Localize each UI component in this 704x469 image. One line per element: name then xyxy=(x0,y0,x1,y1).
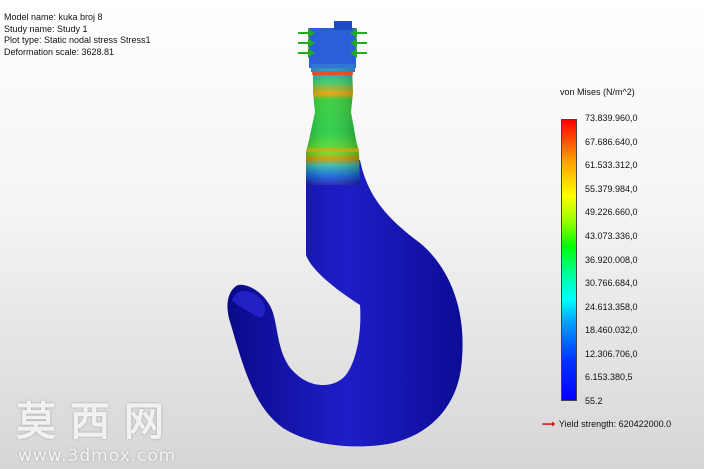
legend-label: 12.306.706,0 xyxy=(585,348,638,359)
yield-strength-row: ⟶ Yield strength: 620422000.0 xyxy=(542,419,671,430)
hook-cap-top-block xyxy=(334,21,352,30)
watermark: 莫西网 www.3dmox.com xyxy=(16,398,178,466)
legend-label: 49.226.660,0 xyxy=(585,207,638,218)
legend-label: 30.766.684,0 xyxy=(585,278,638,289)
stress-color-bar xyxy=(561,119,577,401)
legend-label: 24.613.358,0 xyxy=(585,301,638,312)
legend-title: von Mises (N/m^2) xyxy=(560,87,635,97)
legend-label: 36.920.008,0 xyxy=(585,254,638,265)
legend-label: 55.2 xyxy=(585,396,603,406)
legend-label: 73.839.960,0 xyxy=(585,113,638,123)
hook-shank-stress-ring xyxy=(312,71,353,75)
watermark-chinese-text: 莫西网 xyxy=(16,398,178,445)
yield-strength-label: Yield strength: 620422000.0 xyxy=(558,419,672,429)
legend-label: 55.379.984,0 xyxy=(585,183,638,194)
legend-label: 6.153.380,5 xyxy=(585,372,633,383)
watermark-url-text: www.3dmox.com xyxy=(18,446,177,466)
arrow-right-icon: ⟶ xyxy=(542,419,555,429)
hook-shank-shading xyxy=(306,68,360,185)
legend-label: 43.073.336,0 xyxy=(585,230,638,241)
hook-top-cap xyxy=(309,28,356,68)
legend-label: 61.533.312,0 xyxy=(585,160,638,171)
legend-label: 67.686.640,0 xyxy=(585,136,638,147)
legend-label: 18.460.032,0 xyxy=(585,325,638,336)
hook-neck-stress-ring xyxy=(307,148,359,152)
